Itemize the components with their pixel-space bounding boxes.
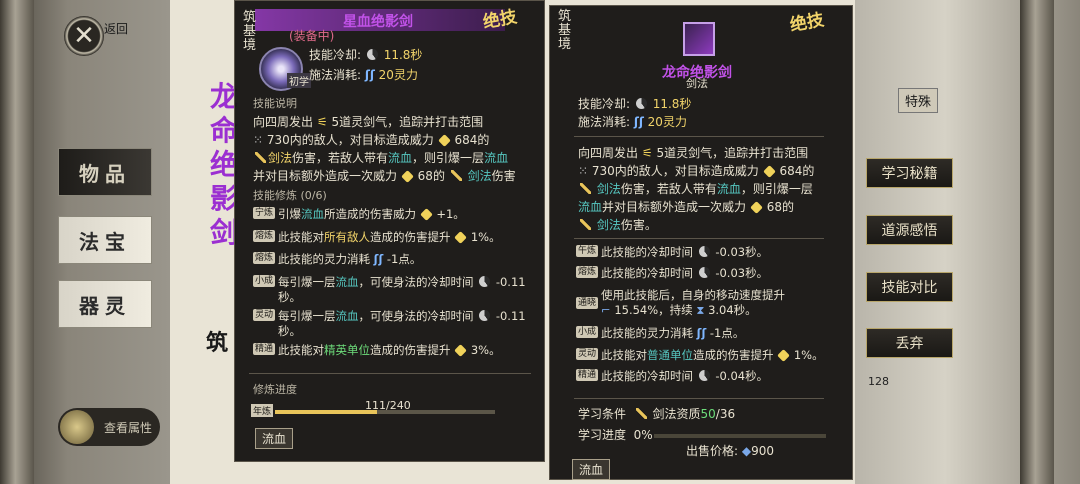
cost-row: 施法消耗: ʃʃ 20灵力 [309,68,418,82]
compare-skill-panel: 筑基境 绝技 龙命绝影剑 剑法 技能冷却: 11.8秒 施法消耗: ʃʃ 20灵… [549,5,853,480]
dao-insight-button[interactable]: 道源感悟 [866,215,953,245]
view-attributes-button[interactable]: 查看属性 [58,408,160,446]
learn-manual-button[interactable]: 学习秘籍 [866,158,953,188]
cooldown-row: 技能冷却: 11.8秒 [578,97,692,111]
power-icon [437,134,451,147]
skill-icon [683,22,715,56]
spirit-stone-icon: ◆ [741,444,752,458]
training-mod-4: 小成 每引爆一层流血，可使身法的冷却时间 -0.11秒。 [253,275,526,304]
right-pillar [1020,0,1054,484]
cost-row: 施法消耗: ʃʃ 20灵力 [578,115,687,129]
equipped-badge: (装备中) [289,29,335,43]
divider [574,238,824,239]
count-icon: ⚟ [316,115,328,129]
divider [574,398,824,399]
bleed-button[interactable]: 流血 [255,428,294,449]
count-icon: ⚟ [641,146,653,160]
cooldown-icon [635,98,647,109]
skill-description: 向四周发出 ⚟ 5道灵剑气，追踪并打击范围 ⁙ 730内的敌人，对目标造成威力 … [578,146,815,232]
left-pillar [0,0,34,484]
power-icon [400,170,414,183]
requirement-row: 学习条件 剑法资质50/36 [578,407,736,421]
description-header: 技能说明 [253,97,297,110]
close-icon: ✕ [73,21,95,51]
cooldown-icon [366,49,378,60]
mana-icon: ʃʃ [364,68,375,82]
background-realm-fragment: 筑 [206,330,229,356]
progress-fill [275,410,377,414]
ultimate-mark: 绝技 [788,10,826,36]
progress-tag: 年炼 [251,404,274,417]
back-label[interactable]: 返回 [104,20,128,37]
mod-row-2: 熔炼 此技能的冷却时间 -0.03秒。 [576,266,769,280]
training-mod-2: 熔炼 此技能对所有敌人造成的伤害提升 1%。 [253,230,501,244]
training-progress-bar [275,410,495,414]
progress-label: 修炼进度 [253,383,297,396]
mod-row-6: 精通 此技能的冷却时间 -0.04秒。 [576,369,769,383]
skill-description: 向四周发出 ⚟ 5道灵剑气，追踪并打击范围 ⁙ 730内的敌人，对目标造成威力 … [253,115,516,183]
equipped-skill-panel: 筑基境 星血绝影剑 (装备中) 绝技 初学 技能冷却: 11.8秒 施法消耗: … [234,0,545,462]
background-level: 128 [868,375,889,388]
mod-row-5: 灵动 此技能对普通单位造成的伤害提升 1%。 [576,348,824,362]
mod-row-1: 午炼 此技能的冷却时间 -0.03秒。 [576,245,769,259]
tab-spirit[interactable]: 器灵 [58,280,152,328]
mod-row-4: 小成 此技能的灵力消耗 ʃʃ -1点。 [576,326,745,340]
mod-row-3: 通晓 使用此技能后，自身的移动速度提升 ⌐ 15.54%，持续 ⧗ 3.04秒。 [576,288,786,317]
background-tab-special[interactable]: 特殊 [898,88,939,113]
grade-badge: 初学 [287,73,311,88]
bleed-button[interactable]: 流血 [572,459,611,480]
learn-progress-bar [654,434,826,438]
learn-progress-row: 学习进度 0% [578,428,653,442]
divider [249,373,531,374]
skill-type: 剑法 [686,77,708,90]
training-mod-1: 宁炼 引爆流血所造成的伤害威力 +1。 [253,207,465,221]
skill-name: 星血绝影剑 [343,14,413,30]
training-mod-5: 灵动 每引爆一层流血，可使身法的冷却时间 -0.11秒。 [253,309,526,338]
area-icon: ⁙ [253,133,264,147]
sword-icon [580,183,591,194]
realm-label: 筑基境 [243,10,257,53]
cooldown-row: 技能冷却: 11.8秒 [309,48,423,62]
area-icon: ⁙ [578,164,589,178]
tab-items[interactable]: 物品 [58,148,152,196]
ultimate-mark: 绝技 [481,7,519,33]
price-row: 出售价格: ◆900 [686,444,775,458]
sword-icon [450,170,462,181]
sword-icon [255,152,266,163]
attribute-orb-icon [60,410,94,444]
mana-icon: ʃʃ [633,115,644,129]
close-button[interactable]: ✕ [64,16,104,56]
divider [574,136,824,137]
realm-label: 筑基境 [558,9,572,52]
training-mod-3: 熔炼 此技能的灵力消耗 ʃʃ -1点。 [253,252,422,266]
tab-treasure[interactable]: 法宝 [58,216,152,264]
power-icon [762,165,776,178]
training-mod-6: 精通 此技能对精英单位造成的伤害提升 3%。 [253,343,501,357]
discard-button[interactable]: 丢弃 [866,328,953,358]
training-header: 技能修炼 (0/6) [253,189,327,202]
skill-compare-button[interactable]: 技能对比 [866,272,953,302]
